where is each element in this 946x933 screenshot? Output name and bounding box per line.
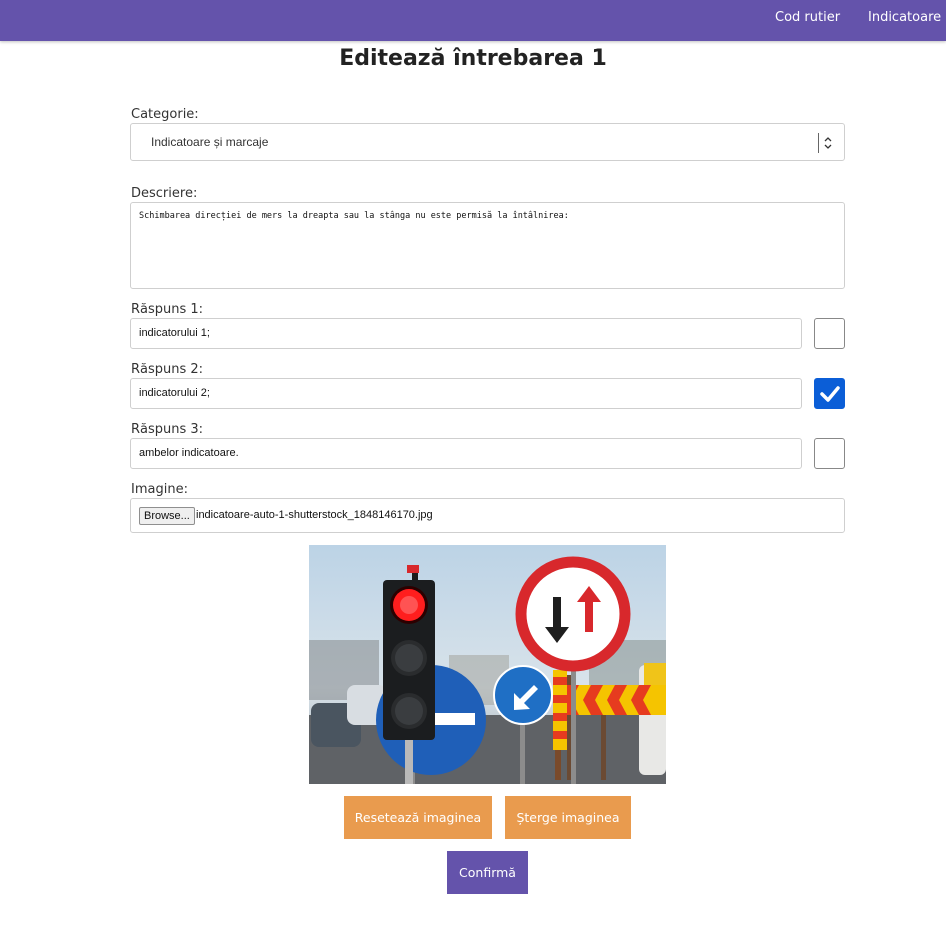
category-label: Categorie:: [131, 107, 199, 122]
nav-link-indicatoare[interactable]: Indicatoare: [868, 10, 941, 25]
answer-2-input[interactable]: indicatorului 2;: [130, 378, 802, 409]
answer-2-label: Răspuns 2:: [131, 362, 204, 377]
page-title: Editează întrebarea 1: [339, 46, 607, 71]
answer-1-correct-checkbox[interactable]: [814, 318, 845, 349]
answer-3-input[interactable]: ambelor indicatoare.: [130, 438, 802, 469]
browse-button[interactable]: Browse...: [139, 507, 195, 525]
delete-image-button[interactable]: Șterge imaginea: [505, 796, 631, 839]
image-file-input[interactable]: Browse... indicatoare-auto-1-shutterstoc…: [130, 498, 845, 533]
answer-1-input[interactable]: indicatorului 1;: [130, 318, 802, 349]
reset-image-button[interactable]: Resetează imaginea: [344, 796, 492, 839]
answer-3-label: Răspuns 3:: [131, 422, 204, 437]
selected-file-name: indicatoare-auto-1-shutterstock_18481461…: [196, 509, 433, 521]
select-arrows-icon: [818, 133, 834, 153]
category-selected-value: Indicatoare și marcaje: [151, 135, 269, 149]
checkmark-icon: [820, 386, 840, 402]
image-preview: [309, 545, 666, 784]
description-label: Descriere:: [131, 186, 198, 201]
answer-1-label: Răspuns 1:: [131, 302, 204, 317]
nav-link-cod-rutier[interactable]: Cod rutier: [775, 10, 840, 25]
top-navbar: Cod rutier Indicatoare: [0, 0, 946, 41]
description-textarea[interactable]: Schimbarea direcției de mers la dreapta …: [130, 202, 845, 289]
answer-3-correct-checkbox[interactable]: [814, 438, 845, 469]
confirm-button[interactable]: Confirmă: [447, 851, 528, 894]
answer-2-correct-checkbox[interactable]: [814, 378, 845, 409]
category-select[interactable]: Indicatoare și marcaje: [130, 123, 845, 161]
image-label: Imagine:: [131, 482, 188, 497]
